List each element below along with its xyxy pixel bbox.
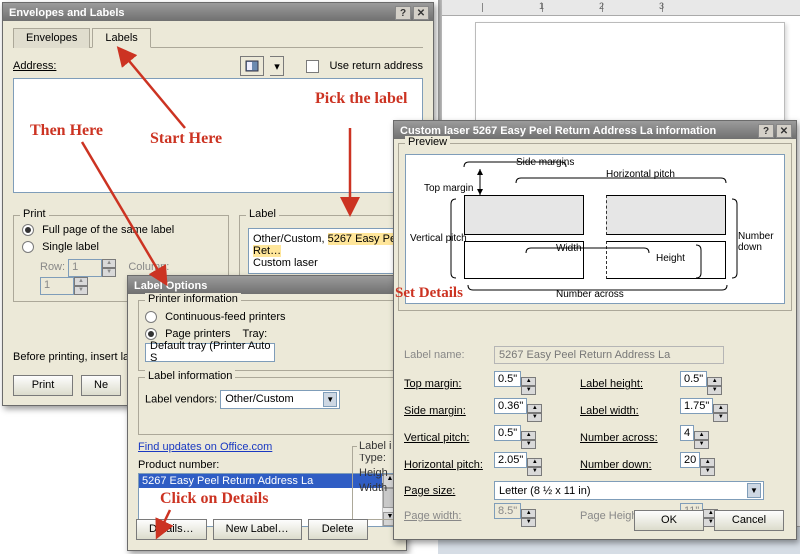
top-margin-label: Top margin: — [404, 378, 494, 390]
label-height-spinner[interactable]: ▲▼ — [707, 377, 722, 395]
page-size-select[interactable]: Letter (8 ½ x 11 in) ▼ — [494, 481, 764, 500]
vendors-value: Other/Custom — [225, 393, 293, 405]
tray-value: Default tray (Printer Auto S — [150, 340, 272, 364]
label-picker[interactable]: Other/Custom, 5267 Easy Peel Ret… Custom… — [248, 228, 416, 274]
address-textarea[interactable] — [13, 78, 423, 193]
side-legend: Label i — [357, 439, 393, 454]
radio-full-page[interactable] — [22, 224, 34, 236]
chevron-down-icon: ▼ — [323, 392, 337, 407]
radio-page-printers[interactable] — [145, 328, 157, 340]
print-button[interactable]: Print — [13, 375, 73, 396]
label-info-group: Label information Label vendors: Other/C… — [138, 377, 398, 435]
preview-group: Preview Side margins Top margin Horizont… — [398, 143, 792, 311]
horizontal-pitch-input[interactable]: 2.05" — [494, 452, 527, 468]
label-width-spinner[interactable]: ▲▼ — [713, 404, 728, 422]
new-document-button[interactable]: Ne — [81, 375, 121, 396]
label-line2: Custom laser — [253, 257, 411, 269]
preview-legend: Preview — [405, 136, 450, 148]
radio-continuous-label: Continuous-feed printers — [165, 311, 285, 323]
printer-info-group: Printer information Continuous-feed prin… — [138, 300, 398, 371]
radio-continuous[interactable] — [145, 311, 157, 323]
dialog-titlebar[interactable]: Custom laser 5267 Easy Peel Return Addre… — [394, 121, 796, 139]
number-across-label: Number across: — [580, 432, 680, 444]
column-label: Column: — [128, 261, 169, 273]
print-legend: Print — [20, 208, 49, 220]
radio-single-label[interactable] — [22, 241, 34, 253]
address-label: Address: — [13, 60, 56, 72]
number-across-spinner[interactable]: ▲▼ — [694, 431, 709, 449]
top-margin-input[interactable]: 0.5" — [494, 371, 521, 387]
row-spinner: ▲▼ — [102, 259, 116, 277]
column-input: 1 — [40, 277, 74, 295]
delete-button[interactable]: Delete — [308, 519, 368, 540]
chevron-down-icon: ▼ — [747, 483, 761, 498]
address-book-dropdown[interactable]: ▾ — [270, 56, 284, 76]
vendors-select[interactable]: Other/Custom ▼ — [220, 390, 340, 409]
vertical-pitch-spinner[interactable]: ▲▼ — [521, 431, 536, 449]
printer-info-legend: Printer information — [145, 293, 241, 305]
label-width-input[interactable]: 1.75" — [680, 398, 713, 414]
radio-page-printers-label: Page printers — [165, 328, 230, 340]
page-width-input: 8.5" — [494, 503, 521, 519]
label-legend: Label — [246, 208, 279, 220]
label-name-label: Label name: — [404, 349, 494, 361]
ok-button[interactable]: OK — [634, 510, 704, 531]
radio-single-label-text: Single label — [42, 241, 99, 253]
horizontal-pitch-label: Horizontal pitch: — [404, 459, 494, 471]
tray-select[interactable]: Default tray (Printer Auto S — [145, 343, 275, 362]
dialog-titlebar[interactable]: Label Options — [128, 276, 406, 294]
label-info-legend: Label information — [145, 370, 235, 382]
ruler-num: 3 — [659, 1, 664, 11]
page-width-label: Page width: — [404, 510, 494, 522]
tray-label: Tray: — [243, 328, 268, 340]
radio-full-page-label: Full page of the same label — [42, 224, 174, 236]
use-return-label: Use return address — [329, 60, 423, 72]
number-down-label: Number down: — [580, 459, 680, 471]
ruler: 1 2 3 — [442, 0, 800, 16]
label-options-dialog: Label Options Printer information Contin… — [127, 275, 407, 551]
vertical-pitch-label: Vertical pitch: — [404, 432, 494, 444]
dialog-title: Envelopes and Labels — [9, 7, 125, 19]
use-return-checkbox[interactable] — [306, 60, 319, 73]
horizontal-pitch-spinner[interactable]: ▲▼ — [527, 458, 542, 476]
row-label: Row: — [40, 261, 65, 273]
vendors-label: Label vendors: — [145, 393, 217, 405]
address-book-button[interactable] — [240, 56, 264, 76]
number-down-spinner[interactable]: ▲▼ — [700, 458, 715, 476]
help-icon[interactable]: ? — [395, 6, 411, 20]
before-print-text: Before printing, insert lab — [13, 351, 135, 363]
cancel-button[interactable]: Cancel — [714, 510, 784, 531]
number-across-input[interactable]: 4 — [680, 425, 694, 441]
top-margin-spinner[interactable]: ▲▼ — [521, 377, 536, 395]
row-input: 1 — [68, 259, 102, 277]
page-size-value: Letter (8 ½ x 11 in) — [499, 485, 591, 497]
details-button[interactable]: Details… — [136, 519, 207, 540]
close-icon[interactable]: ✕ — [413, 6, 429, 20]
preview-diagram: Side margins Top margin Horizontal pitch… — [405, 154, 785, 304]
help-icon[interactable]: ? — [758, 124, 774, 138]
label-line1a: Other/Custom, — [253, 233, 328, 245]
label-height-input[interactable]: 0.5" — [680, 371, 707, 387]
ruler-num: 2 — [599, 1, 604, 11]
dialog-titlebar[interactable]: Envelopes and Labels ? ✕ — [3, 3, 433, 21]
column-spinner: ▲▼ — [74, 277, 88, 295]
label-details-dialog: Custom laser 5267 Easy Peel Return Addre… — [393, 120, 797, 540]
new-label-button[interactable]: New Label… — [213, 519, 302, 540]
side-margin-label: Side margin: — [404, 405, 494, 417]
label-name-value: 5267 Easy Peel Return Address La — [494, 346, 724, 364]
number-down-input[interactable]: 20 — [680, 452, 700, 468]
ruler-num: 1 — [539, 1, 544, 11]
label-height-label: Label height: — [580, 378, 680, 390]
side-margin-input[interactable]: 0.36" — [494, 398, 527, 414]
close-icon[interactable]: ✕ — [776, 124, 792, 138]
vertical-pitch-input[interactable]: 0.5" — [494, 425, 521, 441]
label-width-label: Label width: — [580, 405, 680, 417]
tab-envelopes[interactable]: Envelopes — [13, 28, 90, 48]
tab-labels[interactable]: Labels — [92, 28, 150, 48]
dialog-title: Label Options — [134, 280, 207, 292]
page-size-label: Page size: — [404, 485, 494, 497]
page-width-spinner: ▲▼ — [521, 509, 536, 527]
side-margin-spinner[interactable]: ▲▼ — [527, 404, 542, 422]
